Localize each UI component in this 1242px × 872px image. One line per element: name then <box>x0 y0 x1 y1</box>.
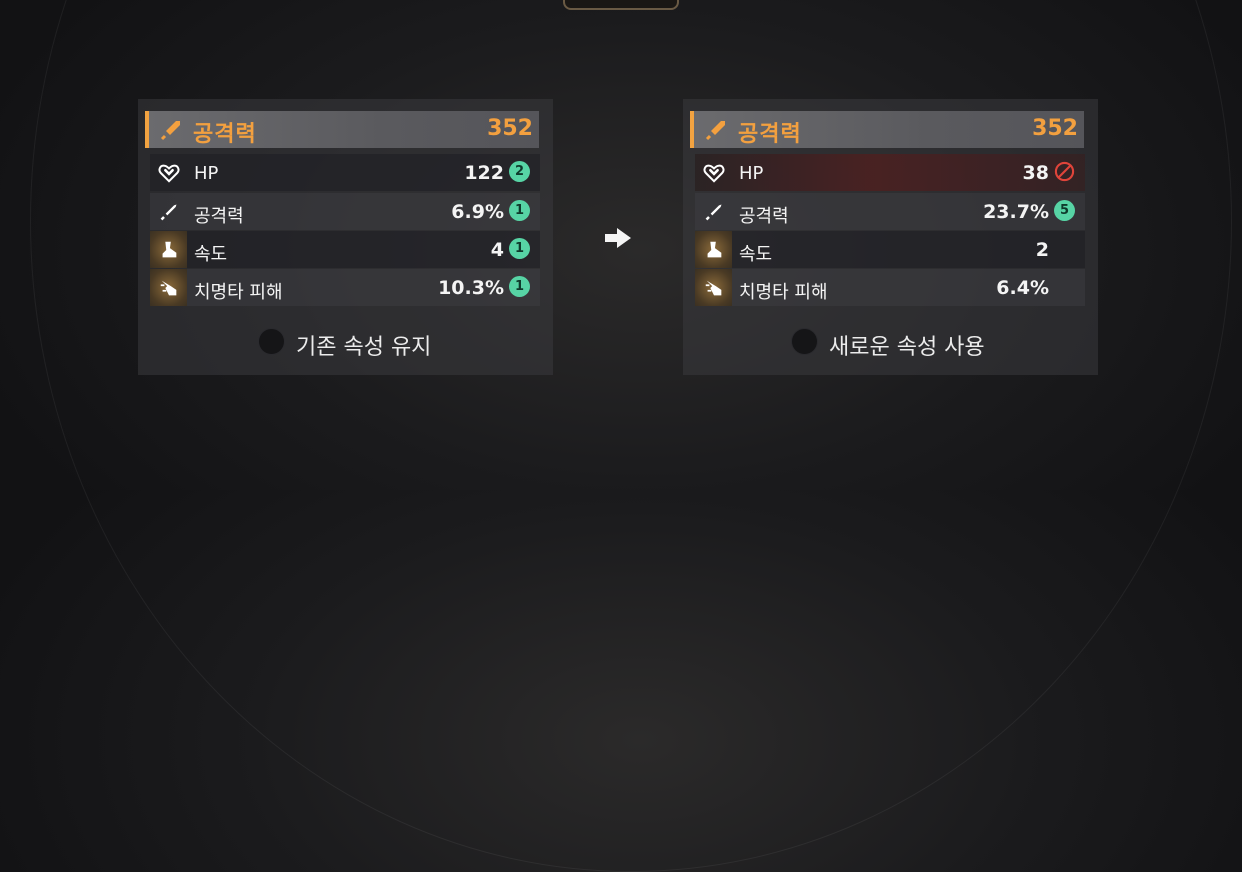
sub-stat-row: HP 122 2 <box>150 154 540 191</box>
use-new-option[interactable]: 새로운 속성 사용 <box>683 326 1098 360</box>
sub-stat-row: 공격력 23.7% 5 <box>695 193 1085 230</box>
sub-stat-value: 6.4% <box>996 277 1049 299</box>
main-stat-row: 공격력 352 <box>145 111 539 148</box>
keep-current-option[interactable]: 기존 속성 유지 <box>138 326 553 360</box>
sub-stat-label: 공격력 <box>739 206 789 227</box>
main-stat-label: 공격력 <box>193 122 257 147</box>
upgrade-count-badge: 1 <box>509 276 530 297</box>
heart-icon <box>158 164 179 183</box>
use-new-label: 새로운 속성 사용 <box>829 335 985 360</box>
sub-stat-value: 2 <box>1035 239 1049 261</box>
current-stats-panel[interactable]: 공격력 352 HP 122 2 공격력 6.9% 1 속도 4 1 치명타 피… <box>138 99 553 375</box>
upgrade-count-badge: 1 <box>509 200 530 221</box>
boot-icon <box>707 241 721 257</box>
keep-current-radio[interactable] <box>258 328 285 355</box>
keep-current-label: 기존 속성 유지 <box>296 335 432 360</box>
sword-icon <box>705 204 721 220</box>
upgrade-count-badge: 5 <box>1054 200 1075 221</box>
top-tab-frame <box>563 0 679 10</box>
sub-stat-row: 치명타 피해 10.3% 1 <box>150 269 540 306</box>
sword-icon <box>160 121 180 141</box>
upgrade-count-badge: 1 <box>509 238 530 259</box>
sub-stat-value: 4 <box>490 239 504 261</box>
boot-icon <box>162 241 176 257</box>
heart-icon <box>703 164 724 183</box>
sub-stat-value: 10.3% <box>438 277 504 299</box>
sub-stat-label: 속도 <box>739 244 773 265</box>
sub-stat-row: 속도 4 1 <box>150 231 540 268</box>
sub-stat-label: 공격력 <box>194 206 244 227</box>
arrow-right-icon <box>605 228 631 248</box>
sub-stat-label: 치명타 피해 <box>739 282 828 303</box>
main-stat-label: 공격력 <box>738 122 802 147</box>
sub-stat-row: HP 38 <box>695 154 1085 191</box>
sub-stat-row: 속도 2 <box>695 231 1085 268</box>
critical-hand-icon <box>160 280 176 295</box>
sub-stat-value: 23.7% <box>983 201 1049 223</box>
sub-stat-label: 속도 <box>194 244 228 265</box>
new-stats-panel[interactable]: 공격력 352 HP 38 공격력 23.7% 5 속도 2 치명타 피해 6.… <box>683 99 1098 375</box>
sub-stat-value: 38 <box>1022 162 1049 184</box>
upgrade-count-badge: 2 <box>509 161 530 182</box>
sub-stat-label: HP <box>739 163 764 184</box>
sword-icon <box>160 204 176 220</box>
sub-stat-row: 공격력 6.9% 1 <box>150 193 540 230</box>
critical-hand-icon <box>705 280 721 295</box>
sub-stat-row: 치명타 피해 6.4% <box>695 269 1085 306</box>
sub-stat-label: HP <box>194 163 219 184</box>
main-stat-value: 352 <box>487 116 533 141</box>
sub-stat-value: 6.9% <box>451 201 504 223</box>
sword-icon <box>705 121 725 141</box>
main-stat-value: 352 <box>1032 116 1078 141</box>
blocked-icon <box>1054 161 1075 182</box>
use-new-radio[interactable] <box>791 328 818 355</box>
sub-stat-value: 122 <box>464 162 504 184</box>
main-stat-row: 공격력 352 <box>690 111 1084 148</box>
sub-stat-label: 치명타 피해 <box>194 282 283 303</box>
